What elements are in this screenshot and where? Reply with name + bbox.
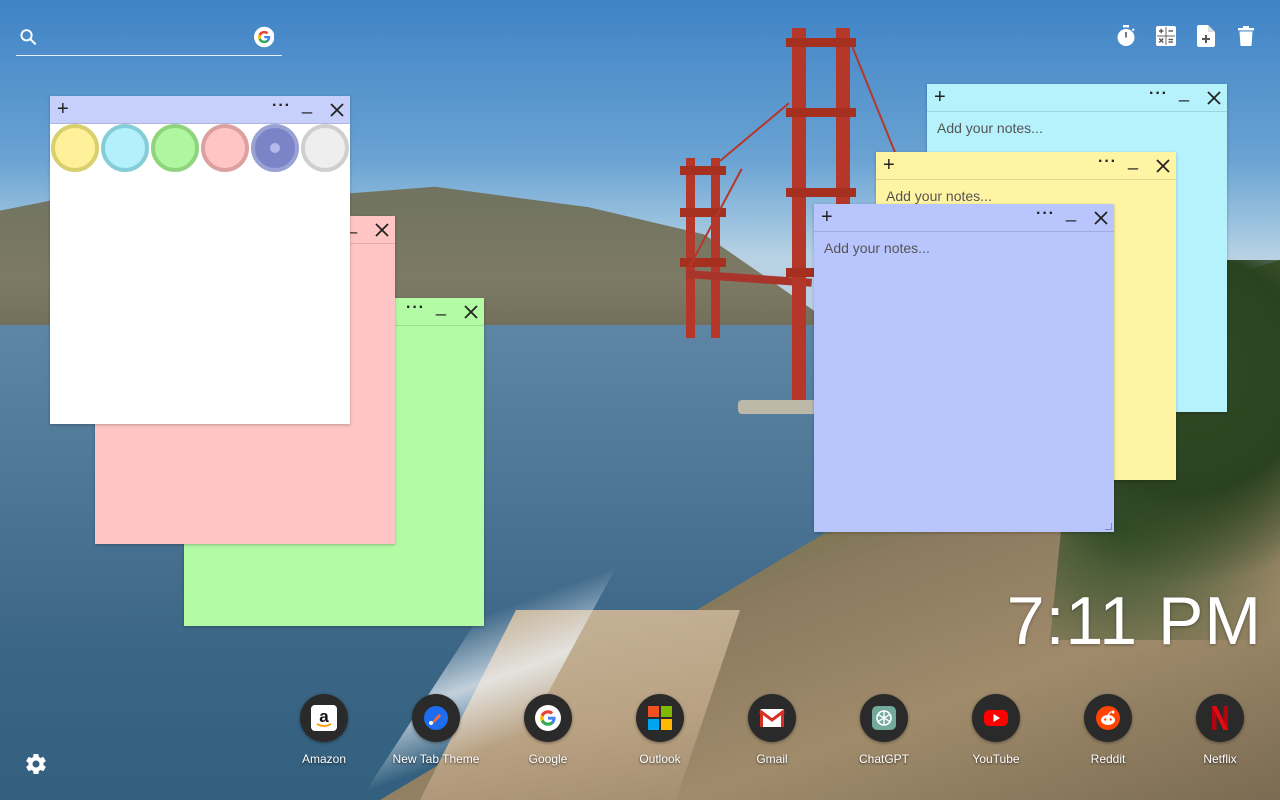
timer-icon: [1117, 25, 1135, 46]
shortcut-label: Outlook: [639, 752, 681, 766]
shortcut-reddit[interactable]: Reddit: [1052, 694, 1164, 766]
color-swatch-yellow[interactable]: [51, 124, 99, 172]
gear-icon: [26, 754, 46, 775]
shortcut-icon-bg: [412, 694, 460, 742]
shortcut-label: ChatGPT: [858, 752, 909, 766]
minimize-icon[interactable]: _: [302, 94, 312, 115]
wallpaper-bridge-cable: [719, 102, 790, 162]
more-options-icon[interactable]: ···: [1098, 153, 1117, 171]
shortcut-icon-bg: [972, 694, 1020, 742]
shortcut-icon-bg: [860, 694, 908, 742]
shortcut-youtube[interactable]: YouTube: [940, 694, 1052, 766]
shortcut-label: YouTube: [972, 752, 1020, 766]
close-icon[interactable]: [375, 223, 389, 237]
close-icon[interactable]: [330, 103, 344, 117]
color-swatch-green[interactable]: [151, 124, 199, 172]
shortcut-label: Netflix: [1203, 752, 1237, 766]
shortcut-icon-bg: [524, 694, 572, 742]
shortcut-label: Amazon: [301, 752, 347, 766]
shortcut-dock: a Amazon New Tab Theme Google Outlook Gm…: [268, 694, 1276, 766]
youtube-icon: [984, 710, 1008, 726]
shortcut-label: Reddit: [1090, 752, 1126, 766]
shortcut-google[interactable]: Google: [492, 694, 604, 766]
amazon-icon: a: [311, 705, 337, 731]
shortcut-gmail[interactable]: Gmail: [716, 694, 828, 766]
shortcut-icon-bg: [748, 694, 796, 742]
add-note-icon: [1197, 25, 1215, 47]
color-swatch-pink[interactable]: [201, 124, 249, 172]
gmail-icon: [759, 709, 785, 727]
add-note-icon[interactable]: +: [883, 154, 895, 176]
netflix-icon: [1212, 706, 1228, 730]
google-search-icon[interactable]: [253, 25, 275, 49]
close-icon[interactable]: [1094, 211, 1108, 225]
wallpaper-bridge-pier: [738, 400, 818, 414]
minimize-icon[interactable]: _: [1179, 82, 1189, 103]
more-options-icon[interactable]: ···: [1036, 205, 1055, 223]
close-icon[interactable]: [1207, 91, 1221, 105]
add-note-icon[interactable]: +: [821, 206, 833, 228]
note-toolbar: + ··· _: [876, 150, 1176, 180]
color-palette: [50, 124, 350, 174]
outlook-icon: [648, 706, 672, 730]
sticky-note-white[interactable]: + ··· _: [50, 94, 350, 424]
search-input[interactable]: [38, 21, 254, 52]
wallpaper-bridge-cable: [849, 40, 896, 153]
minimize-icon[interactable]: _: [436, 296, 446, 317]
color-swatch-blue[interactable]: [251, 124, 299, 172]
minimize-icon[interactable]: _: [1128, 150, 1138, 171]
note-toolbar: + ··· _: [927, 82, 1227, 112]
note-text-area[interactable]: [50, 176, 350, 424]
more-options-icon[interactable]: ···: [272, 97, 291, 115]
reddit-icon: [1096, 706, 1120, 730]
google-icon: [535, 705, 561, 731]
shortcut-label: Gmail: [756, 752, 788, 766]
add-note-icon[interactable]: +: [934, 86, 946, 108]
minimize-icon[interactable]: _: [1066, 202, 1076, 223]
calculator-icon: [1156, 26, 1176, 46]
calculator-button[interactable]: [1154, 22, 1178, 50]
more-options-icon[interactable]: ···: [406, 299, 425, 317]
top-toolbar: [1114, 22, 1258, 50]
note-toolbar: + ··· _: [814, 202, 1114, 232]
sticky-note-blue[interactable]: + ··· _: [814, 202, 1114, 532]
wallpaper-bridge-tower-far: [680, 158, 726, 338]
shortcut-icon-bg: [636, 694, 684, 742]
add-note-button[interactable]: [1194, 22, 1218, 50]
shortcut-label: Google: [528, 752, 568, 766]
delete-all-button[interactable]: [1234, 22, 1258, 50]
close-icon[interactable]: [1156, 159, 1170, 173]
resize-handle[interactable]: [1105, 523, 1112, 530]
color-swatch-cyan[interactable]: [101, 124, 149, 172]
note-text-area[interactable]: [814, 232, 1114, 532]
shortcut-outlook[interactable]: Outlook: [604, 694, 716, 766]
shortcut-new-tab-theme[interactable]: New Tab Theme: [380, 694, 492, 766]
close-icon[interactable]: [464, 305, 478, 319]
shortcut-icon-bg: a: [300, 694, 348, 742]
shortcut-label: New Tab Theme: [392, 752, 480, 766]
settings-button[interactable]: [24, 752, 48, 776]
svg-text:a: a: [319, 707, 329, 726]
search-icon[interactable]: [18, 25, 39, 49]
shortcut-icon-bg: [1196, 694, 1244, 742]
shortcut-chatgpt[interactable]: ChatGPT: [828, 694, 940, 766]
add-note-icon[interactable]: +: [57, 98, 69, 120]
shortcut-netflix[interactable]: Netflix: [1164, 694, 1276, 766]
clock: 7:11 PM: [1006, 583, 1262, 659]
shortcut-amazon[interactable]: a Amazon: [268, 694, 380, 766]
selected-indicator: [270, 143, 280, 153]
note-toolbar: + ··· _: [50, 94, 350, 124]
color-swatch-gray[interactable]: [301, 124, 349, 172]
trash-icon: [1238, 26, 1254, 46]
chatgpt-icon: [872, 706, 896, 730]
search-bar: [16, 18, 282, 56]
new-tab-theme-icon: [424, 706, 448, 730]
timer-button[interactable]: [1114, 22, 1138, 50]
shortcut-icon-bg: [1084, 694, 1132, 742]
more-options-icon[interactable]: ···: [1149, 85, 1168, 103]
